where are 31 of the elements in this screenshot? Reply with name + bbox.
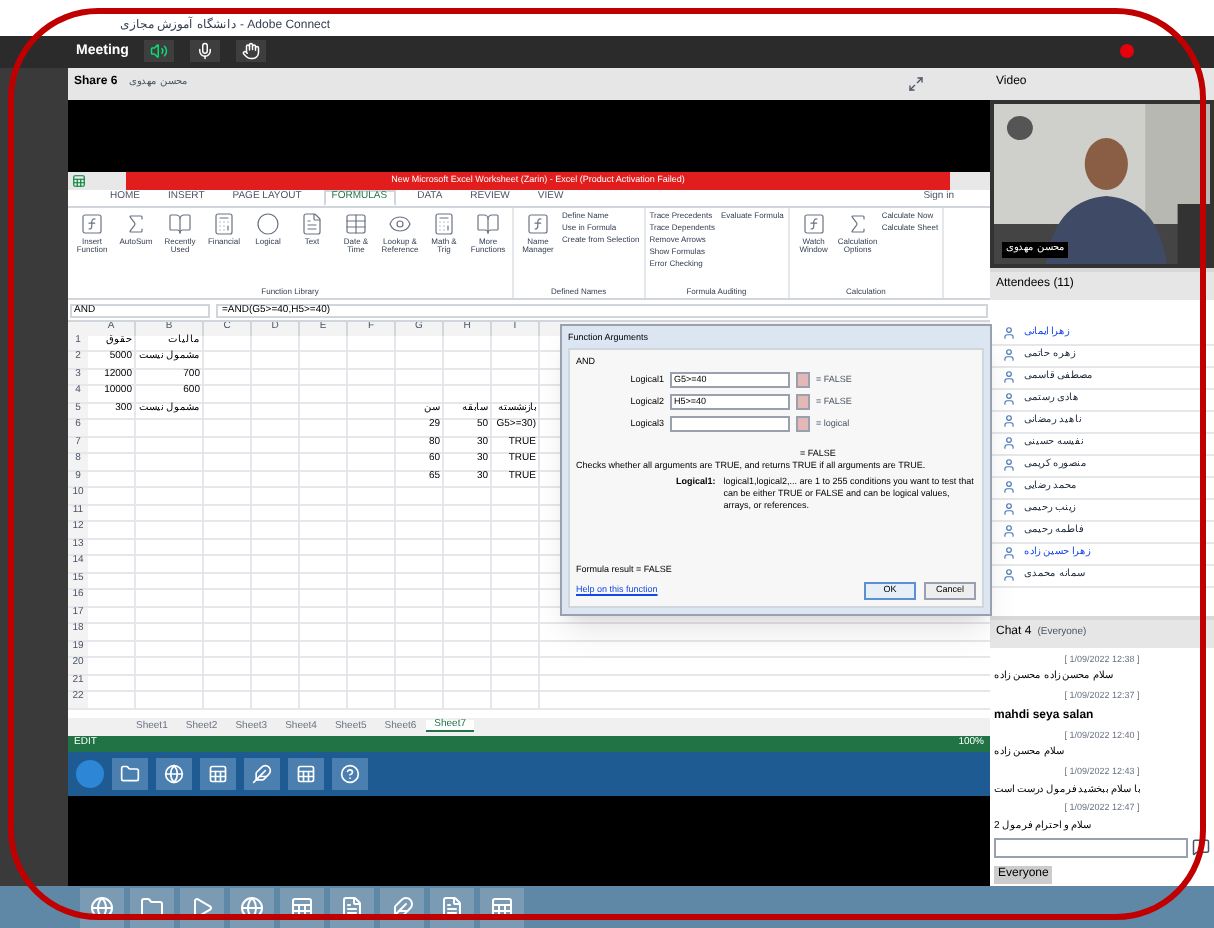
start-button[interactable] (76, 759, 104, 788)
person-icon (1002, 524, 1016, 539)
speaker-icon (150, 42, 169, 61)
person-icon (1002, 480, 1016, 495)
person-icon (1002, 568, 1016, 583)
person-icon (1002, 414, 1016, 429)
hand-button[interactable] (236, 40, 267, 63)
person-icon (1002, 502, 1016, 517)
taskbar-app-icon[interactable] (288, 757, 324, 790)
spreadsheet-icon (72, 173, 86, 188)
person-icon (1002, 458, 1016, 473)
person-icon (1002, 326, 1016, 341)
person-icon (1002, 546, 1016, 561)
taskbar-app-icon[interactable] (200, 757, 236, 790)
microphone-icon (196, 42, 215, 61)
person-icon (1002, 392, 1016, 407)
chat-input[interactable] (994, 838, 1188, 859)
record-indicator (1120, 44, 1134, 59)
person-icon (1002, 348, 1016, 363)
hand-icon (242, 42, 261, 61)
argument-field[interactable] (670, 416, 790, 433)
send-icon[interactable] (1192, 838, 1210, 857)
taskbar-app-icon[interactable] (156, 757, 192, 790)
taskbar-app-icon[interactable] (244, 757, 280, 790)
taskbar-app-icon[interactable] (332, 757, 368, 790)
person-icon (1002, 436, 1016, 451)
fullscreen-icon[interactable] (908, 75, 924, 92)
microphone-button[interactable] (190, 40, 221, 63)
speaker-button[interactable] (144, 40, 175, 63)
taskbar-app-icon[interactable] (112, 757, 148, 790)
person-icon (1002, 370, 1016, 385)
